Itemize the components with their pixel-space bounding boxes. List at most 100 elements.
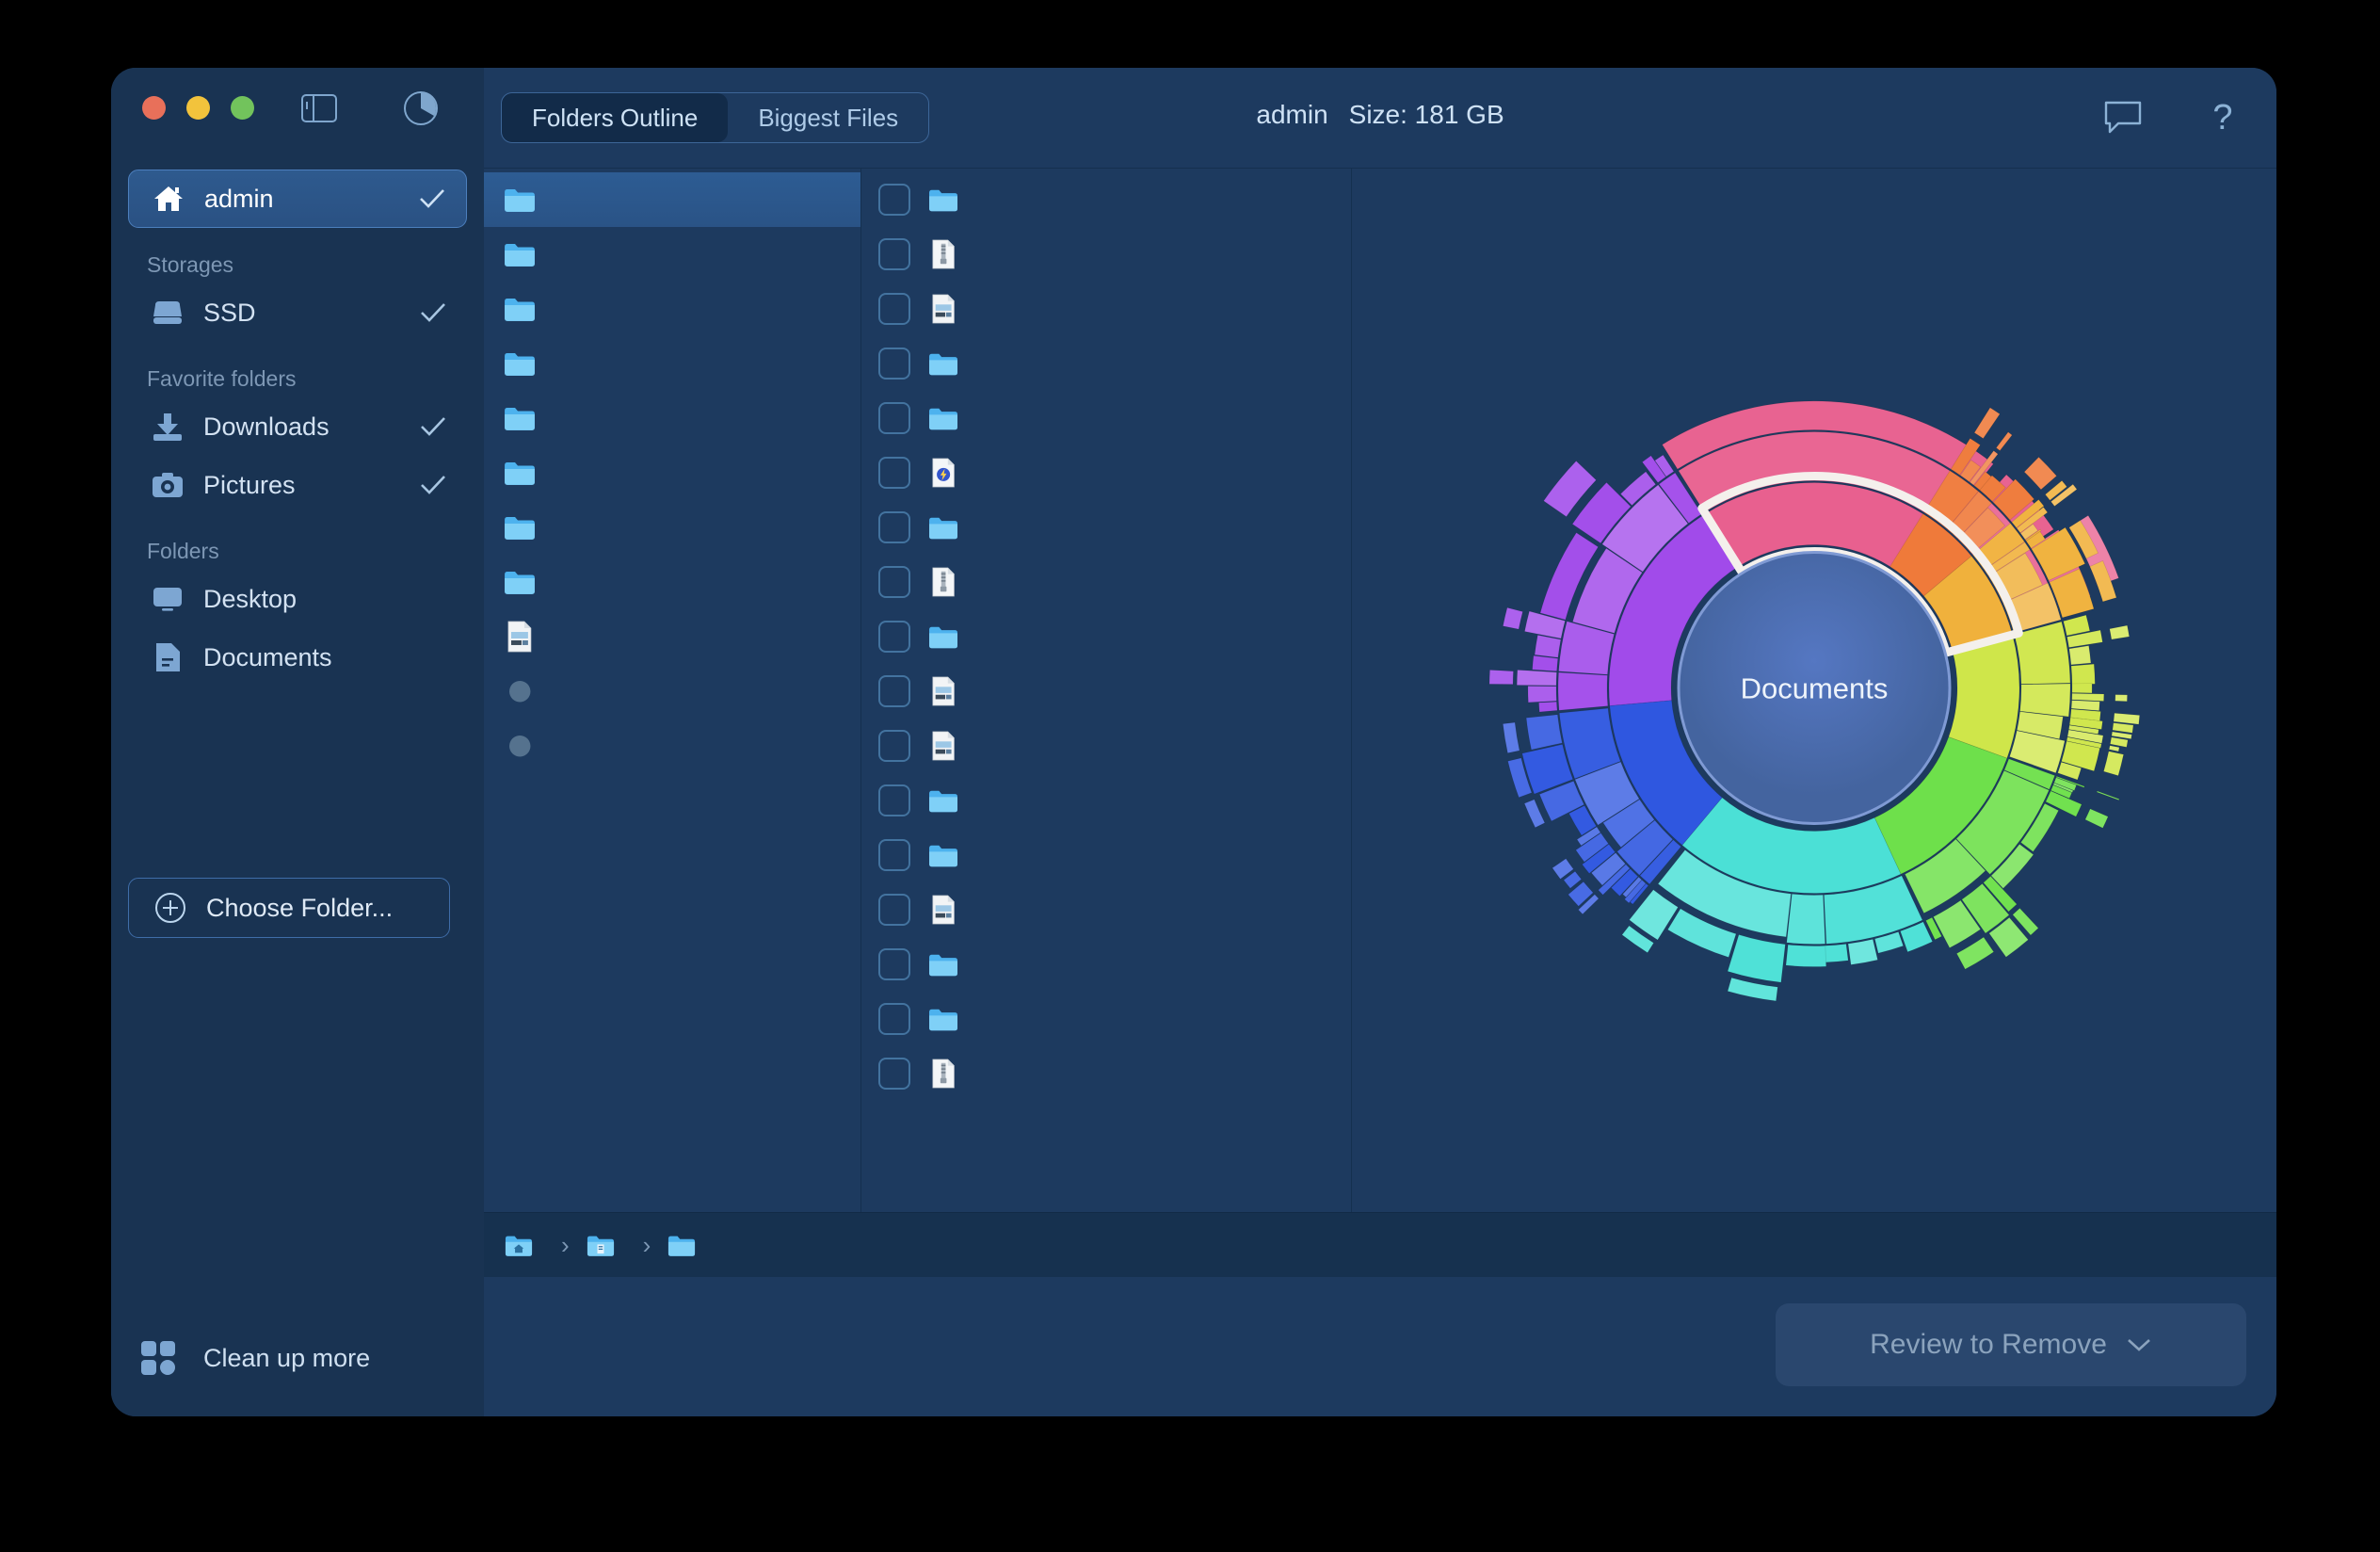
sunburst-segment-ring3[interactable] xyxy=(1532,655,1559,672)
file-checkbox[interactable] xyxy=(878,784,910,816)
file-checkbox[interactable] xyxy=(878,621,910,653)
sidebar-item-pictures[interactable]: Pictures xyxy=(128,456,467,514)
file-row[interactable] xyxy=(861,500,1351,555)
sidebar-item-ssd[interactable]: SSD xyxy=(128,283,467,342)
folder-row[interactable] xyxy=(484,500,860,555)
file-row[interactable] xyxy=(861,719,1351,773)
sunburst-segment-ring4[interactable] xyxy=(2108,745,2120,752)
sunburst-segment-ring3[interactable] xyxy=(1525,714,1563,751)
sunburst-chart-pane[interactable]: Documents Nektony docs Size: 5.28 GB Mod… xyxy=(1352,169,2276,1212)
file-checkbox[interactable] xyxy=(878,238,910,270)
sunburst-segment-ring3[interactable] xyxy=(2071,683,2093,694)
sunburst-segment-ring4[interactable] xyxy=(2115,694,2128,703)
tab-folders-outline[interactable]: Folders Outline xyxy=(502,93,729,142)
sidebar-item-documents[interactable]: Documents xyxy=(128,628,467,687)
file-checkbox[interactable] xyxy=(878,184,910,216)
file-row[interactable] xyxy=(861,992,1351,1046)
question-mark-icon[interactable]: ? xyxy=(2201,96,2244,139)
file-checkbox[interactable] xyxy=(878,293,910,325)
zoom-button[interactable] xyxy=(231,96,254,120)
sunburst-segment-ring3[interactable] xyxy=(1824,943,1849,963)
sunburst-segment-ring4[interactable] xyxy=(1523,799,1546,829)
pie-chart-icon[interactable] xyxy=(401,89,441,128)
sidebar-item-desktop[interactable]: Desktop xyxy=(128,570,467,628)
file-checkbox[interactable] xyxy=(878,730,910,762)
breadcrumb-item[interactable] xyxy=(666,1234,709,1257)
folder-row[interactable] xyxy=(484,664,860,719)
sunburst-segment-ring3[interactable] xyxy=(1727,934,1786,983)
sunburst-segment-ring4[interactable] xyxy=(2112,722,2134,734)
file-checkbox[interactable] xyxy=(878,566,910,598)
sunburst-svg[interactable]: Documents xyxy=(1456,331,2172,1046)
folder-row[interactable] xyxy=(484,227,860,282)
folder-row[interactable] xyxy=(484,282,860,336)
clean-up-more-button[interactable]: Clean up more xyxy=(132,1339,370,1377)
folder-row[interactable] xyxy=(484,445,860,500)
file-row[interactable] xyxy=(861,227,1351,282)
folder-row[interactable] xyxy=(484,391,860,445)
file-row[interactable] xyxy=(861,1046,1351,1101)
folder-row[interactable] xyxy=(484,555,860,609)
file-checkbox[interactable] xyxy=(878,675,910,707)
minimize-button[interactable] xyxy=(186,96,210,120)
file-row[interactable] xyxy=(861,336,1351,391)
sunburst-segment-ring3[interactable] xyxy=(1516,669,1557,687)
file-checkbox[interactable] xyxy=(878,511,910,543)
choose-folder-button[interactable]: Choose Folder... xyxy=(128,878,450,938)
sunburst-segment-ring3[interactable] xyxy=(2071,692,2105,702)
folder-row[interactable] xyxy=(484,172,860,227)
breadcrumb-item[interactable] xyxy=(503,1234,546,1257)
sunburst-segment-ring4[interactable] xyxy=(2103,751,2125,777)
sunburst-segment-ring4[interactable] xyxy=(1488,669,1514,685)
file-checkbox[interactable] xyxy=(878,402,910,434)
sunburst-segment-ring4[interactable] xyxy=(2023,456,2057,491)
tab-biggest-files[interactable]: Biggest Files xyxy=(728,93,928,142)
breadcrumb-item[interactable] xyxy=(585,1234,628,1257)
sunburst-segment-ring3[interactable] xyxy=(1527,686,1557,703)
file-row[interactable] xyxy=(861,609,1351,664)
sidebar-item-downloads[interactable]: Downloads xyxy=(128,397,467,456)
sunburst-segment-ring3[interactable] xyxy=(1785,944,1827,967)
sunburst-segment-ring2[interactable] xyxy=(2014,621,2071,685)
file-row[interactable] xyxy=(861,773,1351,828)
file-row[interactable] xyxy=(861,882,1351,937)
file-row[interactable] xyxy=(861,937,1351,992)
file-checkbox[interactable] xyxy=(878,1058,910,1090)
sidebar-toggle-icon[interactable] xyxy=(299,89,339,128)
file-row[interactable] xyxy=(861,555,1351,609)
sunburst-segment-ring4[interactable] xyxy=(2109,624,2131,640)
file-row[interactable] xyxy=(861,664,1351,719)
sunburst-segment-ring4[interactable] xyxy=(1503,606,1523,630)
file-row[interactable] xyxy=(861,828,1351,882)
sunburst-segment-ring2[interactable] xyxy=(1557,671,1609,711)
file-checkbox[interactable] xyxy=(878,948,910,980)
sunburst-segment-ring4[interactable] xyxy=(2096,790,2120,801)
file-checkbox[interactable] xyxy=(878,839,910,871)
sunburst-segment-ring4[interactable] xyxy=(1995,431,2013,452)
sunburst-chart[interactable]: Documents xyxy=(1456,331,2172,1051)
sunburst-segment-ring3[interactable] xyxy=(1534,634,1562,658)
sunburst-segment-ring4[interactable] xyxy=(2110,736,2129,748)
folder-row[interactable] xyxy=(484,719,860,773)
sunburst-segment-ring3[interactable] xyxy=(1847,938,1878,965)
file-row[interactable] xyxy=(861,172,1351,227)
sidebar-item-admin[interactable]: admin xyxy=(128,170,467,228)
sunburst-segment-ring4[interactable] xyxy=(2113,712,2141,725)
file-row[interactable] xyxy=(861,282,1351,336)
sunburst-segment-ring3[interactable] xyxy=(2063,614,2091,637)
file-checkbox[interactable] xyxy=(878,348,910,380)
sunburst-segment-ring2[interactable] xyxy=(2019,683,2071,718)
file-checkbox[interactable] xyxy=(878,457,910,489)
folder-row[interactable] xyxy=(484,336,860,391)
sunburst-segment-ring3[interactable] xyxy=(1538,701,1558,713)
file-checkbox[interactable] xyxy=(878,1003,910,1035)
sunburst-segment-ring2[interactable] xyxy=(1786,893,1826,945)
sunburst-segment-ring4[interactable] xyxy=(1973,407,2001,440)
sunburst-segment-ring3[interactable] xyxy=(2070,663,2096,685)
folders-outline-list[interactable] xyxy=(484,169,861,1212)
biggest-files-list[interactable] xyxy=(861,169,1352,1212)
sunburst-segment-ring3[interactable] xyxy=(2070,700,2100,711)
file-checkbox[interactable] xyxy=(878,894,910,926)
sunburst-segment-ring3[interactable] xyxy=(2068,645,2092,666)
file-row[interactable] xyxy=(861,445,1351,500)
